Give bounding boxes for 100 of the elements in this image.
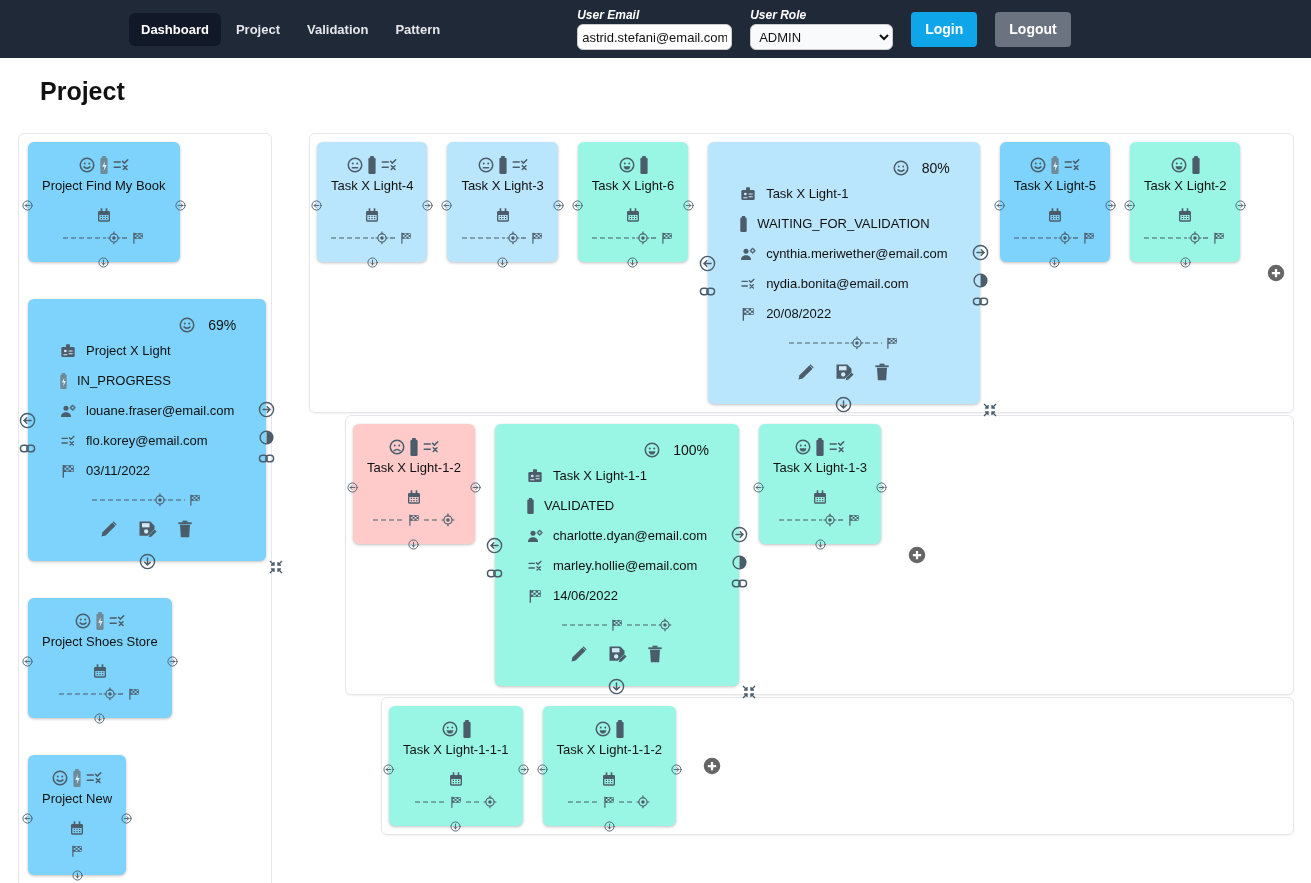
project-card[interactable]: Project Shoes Store xyxy=(28,598,172,718)
task-card[interactable]: Task X Light-1-1-2 xyxy=(542,706,676,826)
left-arrow-icon[interactable] xyxy=(22,813,33,824)
right-arrow-icon[interactable] xyxy=(166,656,178,667)
battery-icon xyxy=(368,156,377,174)
left-arrow-icon[interactable] xyxy=(22,200,33,211)
collapse-icon[interactable] xyxy=(268,559,285,575)
left-arrow-icon[interactable] xyxy=(1124,200,1136,211)
right-arrow-icon[interactable] xyxy=(1235,200,1247,211)
right-arrow-icon[interactable] xyxy=(174,200,186,211)
contrast-icon[interactable] xyxy=(731,554,749,571)
nav-tab[interactable]: Project xyxy=(223,12,292,46)
battery-charging-icon xyxy=(73,769,82,787)
id-badge-icon xyxy=(526,467,543,484)
contrast-icon[interactable] xyxy=(971,272,989,289)
battery-icon xyxy=(740,215,748,232)
edit-icon[interactable] xyxy=(795,362,816,382)
task-card[interactable]: Task X Light-3 xyxy=(447,142,558,262)
nav-tab[interactable]: Pattern xyxy=(383,12,453,46)
calendar-icon xyxy=(1046,207,1063,223)
battery-charging-icon xyxy=(1050,156,1059,174)
task-card[interactable]: Task X Light-1-2 xyxy=(353,424,475,544)
down-arrow-icon[interactable] xyxy=(98,257,110,268)
right-arrow-icon[interactable] xyxy=(422,200,434,211)
save-icon[interactable] xyxy=(607,644,627,664)
task-card[interactable]: 100% Task X Light-1-1 VALIDATED charlotte.dyan@email.com marley.hollie@email.com 14/06/2022 xyxy=(494,424,740,686)
smiley-face-icon xyxy=(77,156,96,174)
card-title: Project New xyxy=(42,790,113,808)
right-arrow-icon[interactable] xyxy=(469,482,481,493)
add-icon[interactable] xyxy=(1267,264,1286,282)
card-title: Task X Light-1 xyxy=(766,186,849,202)
card-title: Task X Light-2 xyxy=(1144,177,1227,195)
left-arrow-icon[interactable] xyxy=(993,200,1005,211)
project-card[interactable]: Project New xyxy=(28,755,127,875)
down-arrow-icon[interactable] xyxy=(408,539,420,550)
calendar-icon xyxy=(812,489,828,505)
battery-charging-icon xyxy=(99,156,108,174)
down-arrow-icon[interactable] xyxy=(94,713,106,724)
grinning-face-icon xyxy=(794,438,812,456)
nav-tab[interactable]: Validation xyxy=(295,12,381,46)
left-arrow-icon[interactable] xyxy=(441,200,453,211)
card-title: Task X Light-1-1-2 xyxy=(556,741,662,759)
down-arrow-icon[interactable] xyxy=(1049,257,1061,268)
delete-icon[interactable] xyxy=(645,644,665,664)
progress-text: 69% xyxy=(208,316,237,333)
id-badge-icon xyxy=(60,342,76,359)
task-card[interactable]: Task X Light-1-1-1 xyxy=(389,706,523,826)
project-card[interactable]: Project Find My Book xyxy=(28,142,180,262)
validator-email: marley.hollie@email.com xyxy=(552,558,698,574)
collapse-icon[interactable] xyxy=(981,402,998,418)
right-arrow-icon[interactable] xyxy=(1105,200,1117,211)
left-arrow-icon[interactable] xyxy=(536,764,548,775)
left-arrow-icon[interactable] xyxy=(311,200,322,211)
down-arrow-icon[interactable] xyxy=(71,870,83,881)
card-title: Task X Light-5 xyxy=(1013,177,1097,195)
task-card[interactable]: Task X Light-1-3 xyxy=(759,424,881,544)
project-card[interactable]: 69% Project X Light IN_PROGRESS louane.fraser@email.com flo.korey@email.com 03/11/2022 xyxy=(28,299,267,561)
down-arrow-icon[interactable] xyxy=(450,821,462,832)
left-arrow-icon[interactable] xyxy=(753,482,765,493)
add-icon[interactable] xyxy=(908,546,926,564)
calendar-icon xyxy=(95,207,112,223)
down-arrow-icon[interactable] xyxy=(814,539,826,550)
nav-tab[interactable]: Dashboard xyxy=(129,12,221,46)
left-arrow-icon[interactable] xyxy=(383,764,394,775)
edit-icon[interactable] xyxy=(569,644,589,664)
smiley-face-icon xyxy=(73,612,92,630)
down-arrow-icon[interactable] xyxy=(1179,257,1191,268)
email-field[interactable]: astrid.stefani@email.com xyxy=(577,24,733,50)
task-card[interactable]: Task X Light-2 xyxy=(1130,142,1241,262)
task-card[interactable]: Task X Light-6 xyxy=(577,142,689,262)
checkered-flag-icon xyxy=(60,462,76,479)
neutral-face-icon xyxy=(346,156,365,174)
logout-button[interactable]: Logout xyxy=(995,11,1071,47)
validator-email: nydia.bonita@email.com xyxy=(766,276,909,292)
save-icon[interactable] xyxy=(137,519,158,539)
down-arrow-icon[interactable] xyxy=(366,257,378,268)
owner-email: cynthia.meriwether@email.com xyxy=(766,246,948,262)
left-arrow-icon[interactable] xyxy=(22,656,33,667)
left-arrow-icon[interactable] xyxy=(571,200,583,211)
down-arrow-icon[interactable] xyxy=(603,821,615,832)
task-card[interactable]: Task X Light-5 xyxy=(999,142,1111,262)
right-arrow-icon[interactable] xyxy=(552,200,564,211)
card-title: Task X Light-3 xyxy=(461,177,544,195)
task-card[interactable]: Task X Light-4 xyxy=(317,142,428,262)
collapse-icon[interactable] xyxy=(741,684,758,700)
right-arrow-icon[interactable] xyxy=(876,482,887,493)
right-arrow-icon[interactable] xyxy=(683,200,695,211)
right-arrow-icon[interactable] xyxy=(671,764,682,775)
grinning-face-icon xyxy=(1170,156,1189,174)
contrast-icon[interactable] xyxy=(258,429,276,446)
right-arrow-icon[interactable] xyxy=(121,813,133,824)
left-arrow-icon[interactable] xyxy=(347,482,358,493)
role-dropdown[interactable]: ADMIN xyxy=(750,24,894,50)
task-card[interactable]: 80% Task X Light-1 WAITING_FOR_VALIDATION cynthia.meriwether@email.com nydia.bonita@email.com 20/08/2022 xyxy=(708,142,980,404)
add-icon[interactable] xyxy=(703,757,721,775)
right-arrow-icon[interactable] xyxy=(517,764,529,775)
user-gear-icon xyxy=(60,402,76,419)
battery-icon xyxy=(1192,156,1201,174)
edit-icon[interactable] xyxy=(99,519,120,539)
down-arrow-icon[interactable] xyxy=(627,257,639,268)
